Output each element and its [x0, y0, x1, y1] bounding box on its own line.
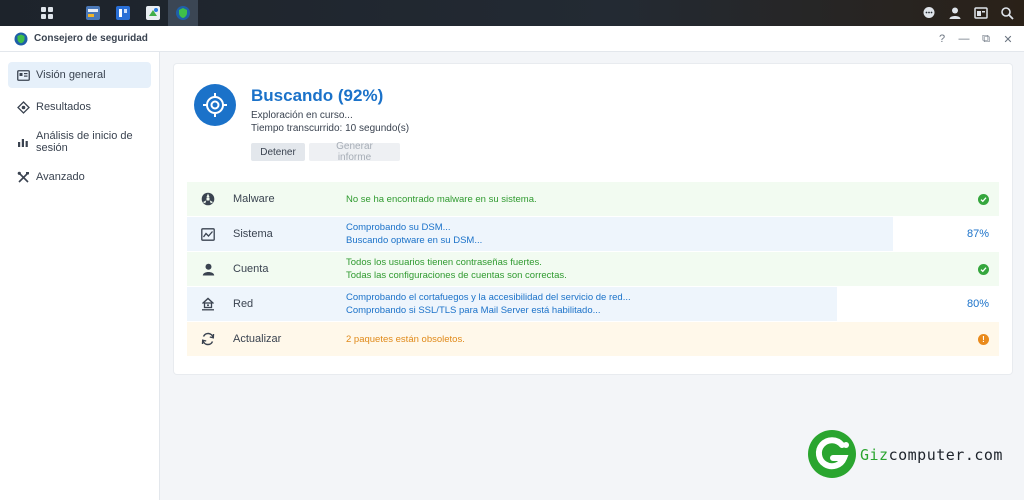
- main-menu-button[interactable]: [32, 0, 62, 26]
- generate-report-button: Generar informe: [309, 141, 400, 163]
- user-icon: [201, 262, 215, 276]
- category-name: Sistema: [233, 228, 273, 240]
- results-icon: [16, 100, 30, 114]
- window-title: Consejero de seguridad: [34, 33, 148, 44]
- category-row-network[interactable]: Red Comprobando el cortafuegos y la acce…: [187, 287, 999, 322]
- category-name: Actualizar: [233, 333, 282, 345]
- scan-elapsed-time: Tiempo transcurrido: 10 segundo(s): [251, 123, 410, 134]
- progress-percent: 87%: [966, 228, 989, 240]
- progress-fill: [187, 217, 894, 251]
- user-icon: [949, 7, 961, 19]
- notifications-button[interactable]: [916, 0, 942, 26]
- sidebar-item-label: Análisis de inicio de sesión: [36, 130, 133, 154]
- scan-target-icon: [194, 84, 236, 126]
- grid-icon: [41, 7, 53, 19]
- warning-status: !: [978, 333, 989, 345]
- search-button[interactable]: [994, 0, 1020, 26]
- scan-status: Exploración en curso...: [251, 110, 353, 121]
- security-advisor-window: Consejero de seguridad ? — ⧉ ✕ Visión ge…: [0, 26, 1024, 500]
- search-icon: [1001, 7, 1014, 20]
- watermark-logo: [808, 430, 856, 478]
- shield-icon: [176, 6, 190, 20]
- chart-icon: [16, 135, 30, 149]
- category-row-system[interactable]: Sistema Comprobando su DSM... Buscando o…: [187, 217, 999, 252]
- security-advisor-icon: [14, 32, 28, 45]
- close-button[interactable]: ✕: [1002, 33, 1014, 46]
- taskbar-app-package-center[interactable]: [138, 0, 168, 26]
- category-row-update[interactable]: Actualizar 2 paquetes están obsoletos. !: [187, 322, 999, 357]
- biohazard-icon: [201, 192, 215, 206]
- app-icon: [86, 6, 100, 20]
- overview-panel: Buscando (92%) Exploración en curso... T…: [174, 64, 1012, 374]
- scan-title: Buscando (92%): [251, 86, 384, 105]
- sidebar-item-label: Avanzado: [36, 171, 85, 183]
- ok-status: [978, 263, 989, 275]
- category-name: Malware: [233, 193, 275, 205]
- category-row-account[interactable]: Cuenta Todos los usuarios tienen contras…: [187, 252, 999, 287]
- category-row-malware[interactable]: Malware No se ha encontrado malware en s…: [187, 182, 999, 217]
- window-titlebar[interactable]: Consejero de seguridad ? — ⧉ ✕: [0, 26, 1024, 52]
- taskbar: [0, 0, 1024, 26]
- tools-icon: [16, 170, 30, 184]
- restore-button[interactable]: ⧉: [980, 33, 992, 46]
- chat-icon: [923, 7, 935, 18]
- help-button[interactable]: ?: [936, 33, 948, 45]
- check-icon: [978, 193, 989, 205]
- category-name: Red: [233, 298, 254, 310]
- refresh-icon: [201, 332, 215, 346]
- taskbar-app-security-advisor[interactable]: [168, 0, 198, 26]
- category-message: Todos los usuarios tienen contraseñas fu…: [346, 257, 567, 281]
- taskbar-app-file-station[interactable]: [78, 0, 108, 26]
- overview-icon: [16, 68, 30, 82]
- taskbar-app-control-panel[interactable]: [108, 0, 138, 26]
- sidebar-item-login-analysis[interactable]: Análisis de inicio de sesión: [8, 126, 151, 158]
- sidebar: Visión general Resultados Análisis de in…: [0, 52, 160, 500]
- category-message: Comprobando su DSM... Buscando optware e…: [346, 222, 483, 246]
- network-icon: [201, 297, 215, 311]
- widgets-icon: [974, 7, 988, 19]
- minimize-button[interactable]: —: [958, 33, 970, 45]
- watermark-text: Gizcomputer.com: [860, 446, 1003, 464]
- app-icon: [116, 6, 130, 20]
- category-list: Malware No se ha encontrado malware en s…: [187, 182, 999, 357]
- sidebar-item-label: Resultados: [36, 101, 92, 113]
- stop-button[interactable]: Detener: [251, 143, 305, 161]
- sidebar-item-label: Visión general: [36, 69, 106, 81]
- category-name: Cuenta: [233, 263, 269, 275]
- sidebar-item-overview[interactable]: Visión general: [8, 62, 151, 88]
- warning-icon: !: [978, 333, 989, 345]
- category-message: Comprobando el cortafuegos y la accesibi…: [346, 292, 631, 316]
- sidebar-item-results[interactable]: Resultados: [8, 94, 151, 120]
- widgets-button[interactable]: [968, 0, 994, 26]
- progress-percent: 80%: [966, 298, 989, 310]
- system-icon: [201, 227, 215, 241]
- category-message: 2 paquetes están obsoletos.: [346, 333, 465, 345]
- ok-status: [978, 193, 989, 205]
- sidebar-item-advanced[interactable]: Avanzado: [8, 164, 151, 190]
- category-message: No se ha encontrado malware en su sistem…: [346, 193, 537, 205]
- watermark: Gizcomputer.com: [806, 428, 1016, 480]
- app-icon: [146, 6, 160, 20]
- user-menu-button[interactable]: [942, 0, 968, 26]
- check-icon: [978, 263, 989, 275]
